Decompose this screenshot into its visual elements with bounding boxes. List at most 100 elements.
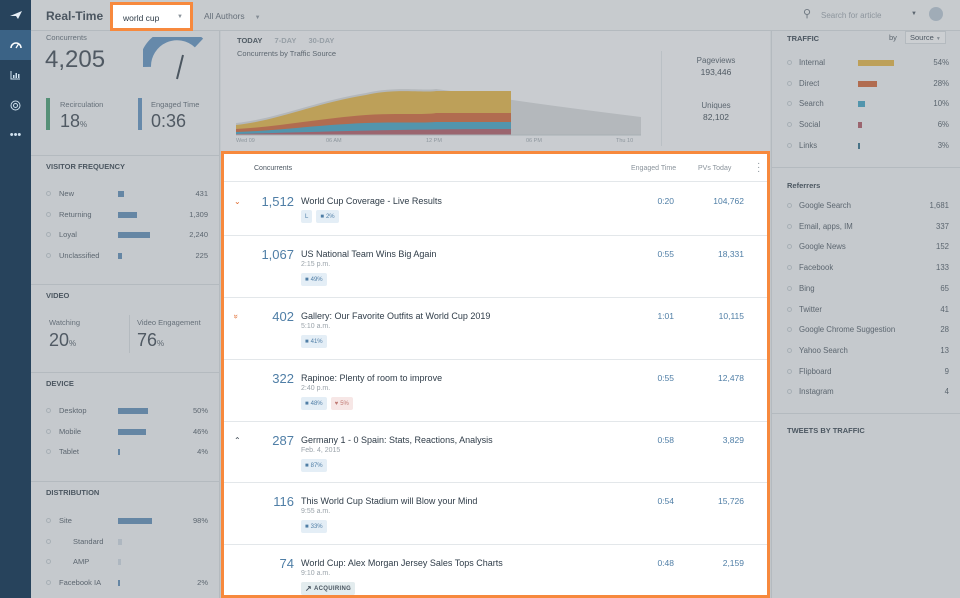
radio-icon[interactable] [787,265,792,271]
radio-icon[interactable] [787,122,792,128]
list-item-value: 431 [195,189,208,198]
list-item[interactable]: New 431 [46,187,208,201]
visitor-frequency-title: VISITOR FREQUENCY [31,155,220,175]
article-row[interactable]: 116 This World Cup Stadium will Blow your… [224,483,767,545]
traffic-source-row[interactable]: Search 10% [787,97,949,111]
referrer-row[interactable]: Facebook 133 [787,261,949,275]
referrer-row[interactable]: Email, apps, IM 337 [787,220,949,234]
referrer-row[interactable]: Yahoo Search 13 [787,344,949,358]
article-title[interactable]: Gallery: Our Favorite Outfits at World C… [301,311,490,321]
radio-icon[interactable] [46,232,51,237]
radio-icon[interactable] [787,223,792,229]
radio-icon[interactable] [787,244,792,250]
traffic-source-row[interactable]: Direct 28% [787,77,949,91]
list-item[interactable]: Mobile 46% [46,425,208,439]
watching-value-group: 20% [49,330,76,351]
referrer-row[interactable]: Bing 65 [787,282,949,296]
article-time: 9:10 a.m. [301,570,331,577]
article-search-input[interactable]: Search for article [821,11,881,20]
list-item[interactable]: Returning 1,309 [46,208,208,222]
radio-icon[interactable] [46,191,51,196]
x-tick: 06 PM [526,138,542,144]
radio-icon[interactable] [46,449,51,454]
article-title[interactable]: US National Team Wins Big Again [301,249,436,259]
radio-icon[interactable] [787,389,792,395]
article-title[interactable]: Rapinoe: Plenty of room to improve [301,373,442,383]
traffic-source-row[interactable]: Internal 54% [787,56,949,70]
radio-icon[interactable] [787,142,792,148]
radio-icon[interactable] [46,252,51,258]
radio-icon[interactable] [46,408,51,413]
target-nav-icon[interactable] [0,90,31,120]
list-item[interactable]: Unclassified 225 [46,249,208,263]
article-engaged-time: 0:55 [657,249,674,259]
radio-icon[interactable] [46,538,51,544]
more-nav-icon[interactable]: ••• [0,120,31,150]
article-row[interactable]: 322 Rapinoe: Plenty of room to improve 2:4… [224,360,767,422]
referrer-row[interactable]: Google News 152 [787,240,949,254]
radio-icon[interactable] [787,285,792,291]
radio-icon[interactable] [787,347,792,353]
article-engaged-time: 0:58 [657,435,674,445]
tab-today[interactable]: TODAY [237,36,262,45]
traffic-source-select[interactable]: Source ▼ [905,31,946,44]
radio-icon[interactable] [46,559,51,564]
radio-icon[interactable] [787,306,792,312]
radio-icon[interactable] [787,327,792,333]
radio-icon[interactable] [787,80,792,86]
article-row[interactable]: » 402 Gallery: Our Favorite Outfits at Wor… [224,298,767,360]
traffic-source-bar [858,101,865,108]
referrer-value: 337 [935,221,949,231]
article-title[interactable]: World Cup: Alex Morgan Jersey Sales Tops… [301,558,503,568]
nav-rail: ••• [0,0,31,598]
radio-icon[interactable] [787,60,792,65]
tab-7-day[interactable]: 7-DAY [275,36,297,45]
chart-nav-icon[interactable] [0,60,31,90]
more-options-icon[interactable]: · · · [757,159,760,177]
list-item[interactable]: AMP [46,555,208,569]
tab-30-day[interactable]: 30-DAY [308,36,334,45]
article-row[interactable]: 1,067 US National Team Wins Big Again 2:15… [224,236,767,298]
radio-icon[interactable] [46,211,51,217]
recirculation-unit: % [80,120,88,129]
search-filter[interactable]: world cup ▼ [110,2,193,31]
video-icon: ■ [305,400,309,407]
traffic-source-row[interactable]: Social 6% [787,118,949,132]
referrer-row[interactable]: Instagram 4 [787,385,949,399]
list-item[interactable]: Desktop 50% [46,404,208,418]
authors-filter[interactable]: All Authors ▼ [204,11,261,21]
radio-icon[interactable] [787,368,792,374]
chevron-down-icon[interactable]: ▼ [911,11,917,17]
list-item[interactable]: Facebook IA 2% [46,576,208,590]
list-item[interactable]: Standard [46,535,208,549]
list-item[interactable]: Site 98% [46,514,208,528]
article-row[interactable]: ⌃ 287 Germany 1 - 0 Spain: Stats, Reaction… [224,422,767,483]
list-item[interactable]: Tablet 4% [46,445,208,459]
referrer-row[interactable]: Google Chrome Suggestions 28 [787,323,949,337]
avatar[interactable] [929,7,943,21]
list-item-value: 98% [192,516,208,525]
article-title[interactable]: World Cup Coverage - Live Results [301,196,442,206]
col-engaged-time[interactable]: Engaged Time [631,165,676,172]
traffic-source-row[interactable]: Links 3% [787,139,949,153]
col-concurrents[interactable]: Concurrents [254,165,292,172]
list-item[interactable]: Loyal 2,240 [46,228,208,242]
col-pvs-today[interactable]: PVs Today [698,165,731,172]
realtime-nav-icon[interactable] [0,30,31,60]
radio-icon[interactable] [46,428,51,434]
radio-icon[interactable] [46,518,51,523]
referrer-row[interactable]: Flipboard 9 [787,365,949,379]
article-badges: ■ 87% [301,459,327,472]
article-title[interactable]: This World Cup Stadium will Blow your Mi… [301,496,477,506]
radio-icon[interactable] [46,579,51,585]
article-row[interactable]: ⌄ 1,512 World Cup Coverage - Live Results 0… [224,183,767,236]
referrer-row[interactable]: Google Search 1,681 [787,199,949,213]
referrer-row[interactable]: Twitter 41 [787,303,949,317]
radio-icon[interactable] [787,101,792,107]
radio-icon[interactable] [787,203,792,208]
badge-text: 48% [310,400,323,407]
article-title[interactable]: Germany 1 - 0 Spain: Stats, Reactions, A… [301,435,493,445]
article-row[interactable]: 74 World Cup: Alex Morgan Jersey Sales To… [224,545,767,595]
logo-icon[interactable] [0,0,31,30]
referrer-value: 28 [940,325,949,335]
